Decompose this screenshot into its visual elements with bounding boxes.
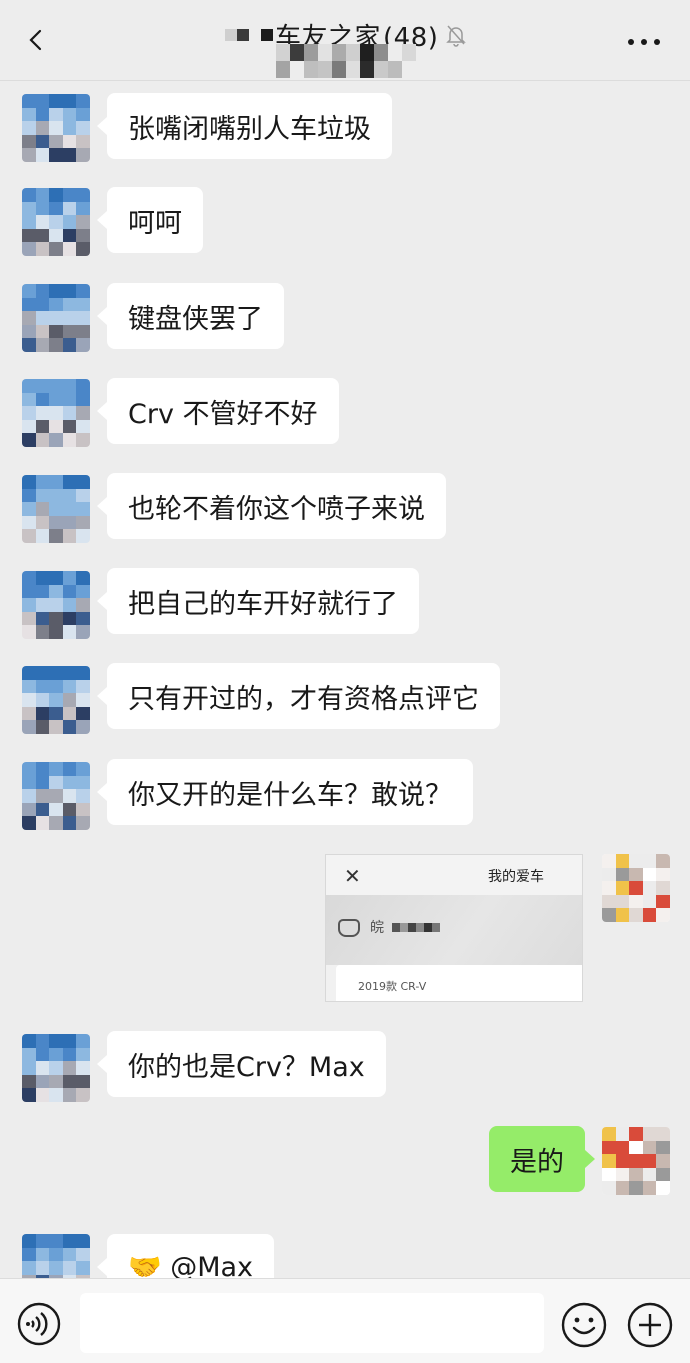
message-text: Crv 不管好不好 (128, 398, 318, 430)
car-plate-area: 皖 (326, 895, 582, 965)
message-text: 键盘侠罢了 (128, 303, 263, 335)
avatar[interactable] (22, 666, 90, 734)
honda-logo-icon (338, 919, 360, 937)
message-bubble[interactable]: 键盘侠罢了 (97, 283, 284, 349)
avatar[interactable] (22, 571, 90, 639)
voice-button[interactable] (16, 1301, 62, 1347)
avatar[interactable] (22, 284, 90, 352)
card-title: 我的爱车 (488, 869, 544, 885)
self-avatar[interactable] (602, 854, 670, 922)
plus-button[interactable] (626, 1301, 674, 1349)
avatar[interactable] (22, 188, 90, 256)
bell-muted-icon (446, 25, 467, 47)
card-header: ✕ 我的爱车 (326, 855, 582, 895)
plate-mosaic (392, 923, 440, 932)
plate-province: 皖 (370, 920, 384, 936)
message-bubble[interactable]: 张嘴闭嘴别人车垃圾 (97, 93, 392, 159)
title-mosaic (225, 29, 273, 41)
message-text: 是的 (510, 1146, 564, 1178)
more-dots-icon (628, 39, 660, 45)
back-button[interactable] (14, 20, 58, 60)
avatar[interactable] (22, 1034, 90, 1102)
message-bubble[interactable]: 把自己的车开好就行了 (97, 568, 419, 634)
emoji-icon (561, 1302, 607, 1348)
car-model: 2019款 CR-V (358, 980, 427, 993)
message-bubble[interactable]: 🤝 @Max (96, 1234, 275, 1278)
self-message-bubble[interactable]: 是的 (489, 1126, 595, 1192)
message-input[interactable] (80, 1293, 544, 1353)
message-bubble[interactable]: 只有开过的，才有资格点评它 (97, 663, 500, 729)
chevron-left-icon (29, 29, 42, 51)
message-text: 把自己的车开好就行了 (128, 588, 398, 620)
message-bubble[interactable]: 呵呵 (97, 187, 203, 253)
message-text: 你又开的是什么车？敢说？ (128, 779, 452, 811)
image-message[interactable]: ✕ 我的爱车 皖 2019款 CR-V (325, 854, 583, 1002)
input-bar (0, 1278, 690, 1363)
close-icon: ✕ (344, 864, 361, 888)
message-bubble[interactable]: 你的也是Crv？Max (97, 1031, 386, 1097)
message-bubble[interactable]: 你又开的是什么车？敢说？ (97, 759, 473, 825)
voice-icon (17, 1302, 61, 1346)
message-text: 呵呵 (128, 207, 182, 239)
avatar[interactable] (22, 1234, 90, 1278)
chat-header: 车友之家(48) (0, 0, 690, 81)
avatar[interactable] (22, 762, 90, 830)
car-model-panel: 2019款 CR-V (336, 965, 582, 1001)
self-avatar[interactable] (602, 1127, 670, 1195)
message-list[interactable]: 张嘴闭嘴别人车垃圾 呵呵 键盘侠罢了 Crv 不管好不好 也轮不着你这个喷子来说… (0, 80, 690, 1278)
message-text: 也轮不着你这个喷子来说 (128, 493, 425, 525)
emoji-button[interactable] (560, 1301, 608, 1349)
message-text: 🤝 @Max (128, 1252, 254, 1278)
message-bubble[interactable]: 也轮不着你这个喷子来说 (97, 473, 446, 539)
message-bubble[interactable]: Crv 不管好不好 (97, 378, 339, 444)
title-mosaic-bottom (276, 44, 416, 78)
avatar[interactable] (22, 475, 90, 543)
message-text: 张嘴闭嘴别人车垃圾 (128, 113, 371, 145)
message-text: 你的也是Crv？Max (128, 1051, 365, 1083)
avatar[interactable] (22, 94, 90, 162)
message-text: 只有开过的，才有资格点评它 (128, 683, 479, 715)
plus-icon (627, 1302, 673, 1348)
more-button[interactable] (622, 24, 666, 60)
avatar[interactable] (22, 379, 90, 447)
